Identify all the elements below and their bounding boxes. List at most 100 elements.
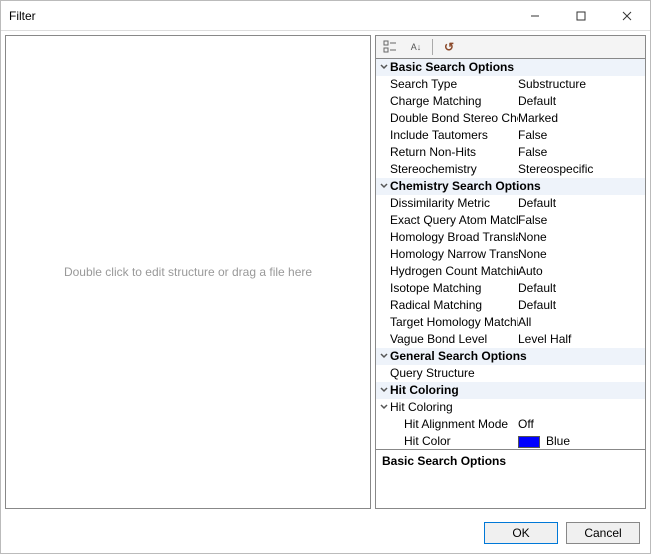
expand-icon[interactable] — [376, 382, 390, 399]
minimize-button[interactable] — [512, 1, 558, 31]
property-row[interactable]: Double Bond Stereo CheckingMarked — [376, 110, 645, 127]
property-value-text: False — [518, 144, 547, 161]
property-row[interactable]: Search TypeSubstructure — [376, 76, 645, 93]
expand-icon[interactable] — [376, 399, 390, 416]
property-label: Isotope Matching — [390, 280, 518, 297]
property-value[interactable]: Auto — [518, 263, 645, 280]
property-value[interactable]: All — [518, 314, 645, 331]
property-value[interactable]: Marked — [518, 110, 645, 127]
property-value[interactable]: Default — [518, 93, 645, 110]
property-label: Stereochemistry — [390, 161, 518, 178]
property-value-text: None — [518, 246, 547, 263]
property-label: Include Tautomers — [390, 127, 518, 144]
property-value[interactable]: False — [518, 127, 645, 144]
category-label: General Search Options — [390, 348, 527, 365]
structure-placeholder: Double click to edit structure or drag a… — [64, 265, 312, 279]
property-row[interactable]: Radical MatchingDefault — [376, 297, 645, 314]
ok-button[interactable]: OK — [484, 522, 558, 544]
description-heading: Basic Search Options — [382, 454, 506, 468]
structure-editor[interactable]: Double click to edit structure or drag a… — [5, 35, 371, 509]
property-value[interactable]: Default — [518, 297, 645, 314]
property-value[interactable]: None — [518, 246, 645, 263]
property-label: Vague Bond Level — [390, 331, 518, 348]
property-value-text: Default — [518, 93, 556, 110]
property-label: Dissimilarity Metric — [390, 195, 518, 212]
property-row[interactable]: Include TautomersFalse — [376, 127, 645, 144]
property-row[interactable]: Hydrogen Count MatchingAuto — [376, 263, 645, 280]
property-row[interactable]: Exact Query Atom MatchingFalse — [376, 212, 645, 229]
property-row[interactable]: Homology Broad TranslationNone — [376, 229, 645, 246]
expand-icon[interactable] — [376, 178, 390, 195]
property-label: Hydrogen Count Matching — [390, 263, 518, 280]
property-value-text: None — [518, 229, 547, 246]
sub-category-row[interactable]: Hit Coloring — [376, 399, 645, 416]
property-value-text: Auto — [518, 263, 543, 280]
property-label: Query Structure — [390, 365, 518, 382]
expand-icon[interactable] — [376, 59, 390, 76]
property-value[interactable]: Level Half — [518, 331, 645, 348]
property-value-text: All — [518, 314, 531, 331]
property-value-text: Blue — [546, 433, 570, 449]
categorized-icon[interactable] — [380, 38, 400, 56]
category-row[interactable]: Hit Coloring — [376, 382, 645, 399]
category-row[interactable]: Chemistry Search Options — [376, 178, 645, 195]
maximize-button[interactable] — [558, 1, 604, 31]
property-label: Return Non-Hits — [390, 144, 518, 161]
property-value[interactable]: Blue — [518, 433, 645, 449]
property-value[interactable]: False — [518, 212, 645, 229]
property-value[interactable]: Default — [518, 195, 645, 212]
property-label: Homology Narrow Translation — [390, 246, 518, 263]
property-label: Search Type — [390, 76, 518, 93]
property-value[interactable]: False — [518, 144, 645, 161]
property-row[interactable]: Hit Color Blue — [376, 433, 645, 449]
property-panel: A↓ ↺ Basic Search OptionsSearch TypeSubs… — [375, 35, 646, 509]
property-label: Exact Query Atom Matching — [390, 212, 518, 229]
window-title: Filter — [9, 9, 512, 23]
reset-icon[interactable]: ↺ — [439, 38, 459, 56]
property-value-text: Level Half — [518, 331, 571, 348]
property-value[interactable]: Substructure — [518, 76, 645, 93]
property-value-text: Stereospecific — [518, 161, 593, 178]
property-value-text: Off — [518, 416, 534, 433]
category-label: Hit Coloring — [390, 382, 459, 399]
dialog-body: Double click to edit structure or drag a… — [1, 31, 650, 513]
property-row[interactable]: Dissimilarity MetricDefault — [376, 195, 645, 212]
category-label: Basic Search Options — [390, 59, 514, 76]
property-value[interactable]: None — [518, 229, 645, 246]
category-row[interactable]: General Search Options — [376, 348, 645, 365]
toolbar-separator — [432, 39, 433, 55]
property-value[interactable]: Stereospecific — [518, 161, 645, 178]
sub-category-label: Hit Coloring — [390, 399, 453, 416]
property-value-text: Default — [518, 195, 556, 212]
property-label: Hit Color — [404, 433, 518, 449]
property-value-text: Marked — [518, 110, 558, 127]
property-value[interactable]: Off — [518, 416, 645, 433]
category-label: Chemistry Search Options — [390, 178, 541, 195]
property-value-text: False — [518, 212, 547, 229]
property-toolbar: A↓ ↺ — [375, 35, 646, 59]
property-label: Target Homology Matching — [390, 314, 518, 331]
close-button[interactable] — [604, 1, 650, 31]
property-label: Radical Matching — [390, 297, 518, 314]
property-value[interactable]: Default — [518, 280, 645, 297]
property-value-text: False — [518, 127, 547, 144]
property-row[interactable]: Query Structure — [376, 365, 645, 382]
property-value-text: Default — [518, 280, 556, 297]
property-row[interactable]: StereochemistryStereospecific — [376, 161, 645, 178]
title-bar: Filter — [1, 1, 650, 31]
category-row[interactable]: Basic Search Options — [376, 59, 645, 76]
color-swatch — [518, 436, 540, 448]
property-row[interactable]: Hit Alignment ModeOff — [376, 416, 645, 433]
property-label: Double Bond Stereo Checking — [390, 110, 518, 127]
property-row[interactable]: Target Homology MatchingAll — [376, 314, 645, 331]
property-row[interactable]: Isotope MatchingDefault — [376, 280, 645, 297]
property-grid[interactable]: Basic Search OptionsSearch TypeSubstruct… — [375, 59, 646, 449]
property-row[interactable]: Homology Narrow TranslationNone — [376, 246, 645, 263]
dialog-footer: OK Cancel — [1, 513, 650, 553]
cancel-button[interactable]: Cancel — [566, 522, 640, 544]
sort-az-icon[interactable]: A↓ — [406, 38, 426, 56]
property-row[interactable]: Charge MatchingDefault — [376, 93, 645, 110]
property-row[interactable]: Vague Bond LevelLevel Half — [376, 331, 645, 348]
property-row[interactable]: Return Non-HitsFalse — [376, 144, 645, 161]
expand-icon[interactable] — [376, 348, 390, 365]
